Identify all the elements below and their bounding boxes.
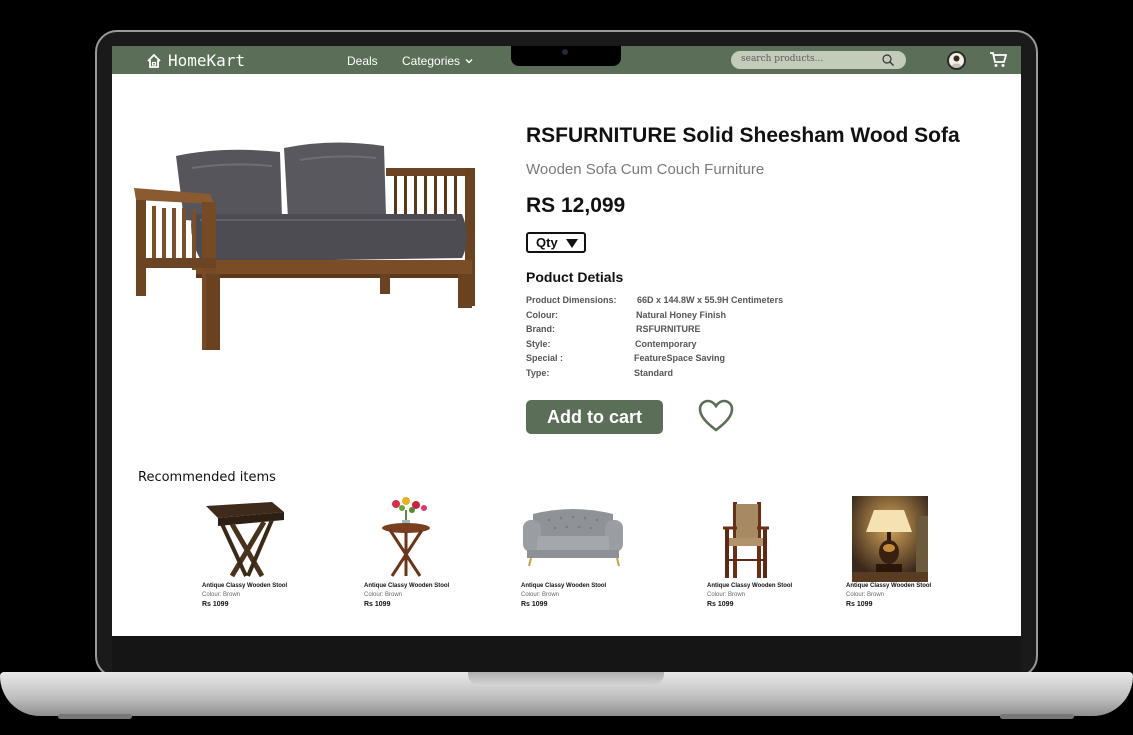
- colour-label: Colour:: [364, 592, 384, 598]
- grey-sofa-thumbnail: [521, 496, 625, 582]
- colour-label: Colour:: [202, 592, 222, 598]
- laptop-foot-left: [58, 714, 132, 719]
- product-subtitle: Wooden Sofa Cum Couch Furniture: [526, 161, 765, 178]
- cart-button[interactable]: [989, 51, 1008, 73]
- item-price: Rs 1099: [846, 601, 873, 608]
- spec-row-special: Special : FeatureSpace Saving: [526, 353, 725, 363]
- spec-row-type: Type: Standard: [526, 368, 673, 378]
- item-price: Rs 1099: [521, 601, 548, 608]
- item-price: Rs 1099: [707, 601, 734, 608]
- user-avatar-icon: [951, 55, 962, 68]
- spec-label: Brand:: [526, 324, 555, 334]
- colour-label: Colour:: [707, 592, 727, 598]
- nav-link-deals[interactable]: Deals: [347, 54, 378, 68]
- spec-row-colour: Colour: Natural Honey Finish: [526, 310, 726, 320]
- spec-row-dimensions: Product Dimensions: 66D x 144.8W x 55.9H…: [526, 295, 783, 305]
- recommended-heading: Recommended items: [138, 470, 276, 485]
- cart-icon: [990, 52, 1008, 67]
- qty-label: Qty: [536, 235, 558, 250]
- colour-value: Brown: [385, 592, 403, 598]
- laptop-base-notch: [468, 672, 664, 686]
- details-heading: Poduct Detials: [526, 269, 624, 285]
- spec-label: Product Dimensions:: [526, 295, 617, 305]
- home-icon: [147, 53, 161, 68]
- side-table-thumbnail: [364, 496, 450, 582]
- spec-value: Contemporary: [635, 339, 697, 349]
- nav-link-categories[interactable]: Categories: [402, 54, 473, 68]
- spec-value: RSFURNITURE: [636, 324, 701, 334]
- caret-down-icon: [566, 239, 578, 248]
- product-image-sofa: [134, 142, 475, 350]
- avatar[interactable]: [947, 51, 966, 70]
- spec-label: Type:: [526, 368, 550, 378]
- wishlist-heart-icon[interactable]: [698, 399, 734, 433]
- item-name: Antique Classy Wooden Stool: [364, 583, 450, 589]
- item-name: Antique Classy Wooden Stool: [707, 583, 793, 589]
- brand-logo[interactable]: HomeKart: [146, 51, 245, 70]
- colour-value: Brown: [542, 592, 560, 598]
- camera-notch: [511, 46, 621, 66]
- product-title: RSFURNITURE Solid Sheesham Wood Sofa: [526, 124, 960, 147]
- table-lamp-thumbnail: [852, 496, 928, 582]
- brand-name: HomeKart: [168, 51, 246, 70]
- item-colour: Colour: Brown: [364, 592, 402, 598]
- spec-row-brand: Brand: RSFURNITURE: [526, 324, 701, 334]
- item-price: Rs 1099: [202, 601, 229, 608]
- product-price: RS 12,099: [526, 194, 626, 217]
- spec-value: FeatureSpace Saving: [634, 353, 726, 363]
- colour-value: Brown: [728, 592, 746, 598]
- nav-link-categories-label: Categories: [402, 54, 461, 68]
- spec-row-style: Style: Contemporary: [526, 339, 697, 349]
- item-colour: Colour: Brown: [707, 592, 745, 598]
- spec-label: Special :: [526, 353, 564, 363]
- item-name: Antique Classy Wooden Stool: [846, 583, 932, 589]
- camera-icon: [562, 49, 568, 55]
- colour-value: Brown: [223, 592, 241, 598]
- spec-label: Style:: [526, 339, 551, 349]
- app-screen: HomeKart Deals Categories search product…: [112, 46, 1021, 636]
- item-colour: Colour: Brown: [521, 592, 559, 598]
- spec-value: Standard: [634, 368, 674, 378]
- spec-value: 66D x 144.8W x 55.9H Centimeters: [637, 295, 784, 305]
- chevron-down-icon: [465, 59, 473, 64]
- qty-dropdown[interactable]: Qty: [526, 232, 586, 253]
- colour-label: Colour:: [521, 592, 541, 598]
- armchair-thumbnail: [707, 496, 793, 582]
- search-input[interactable]: search products...: [731, 51, 906, 69]
- laptop-chin: [112, 636, 1021, 672]
- spec-label: Colour:: [526, 310, 558, 320]
- item-colour: Colour: Brown: [846, 592, 884, 598]
- item-colour: Colour: Brown: [202, 592, 240, 598]
- add-to-cart-button[interactable]: Add to cart: [526, 400, 663, 434]
- item-name: Antique Classy Wooden Stool: [521, 583, 607, 589]
- item-price: Rs 1099: [364, 601, 391, 608]
- item-name: Antique Classy Wooden Stool: [202, 583, 288, 589]
- spec-value: Natural Honey Finish: [636, 310, 727, 320]
- laptop-mockup: HomeKart Deals Categories search product…: [0, 0, 1133, 735]
- stool-thumbnail: [202, 496, 288, 582]
- colour-value: Brown: [867, 592, 885, 598]
- colour-label: Colour:: [846, 592, 866, 598]
- search-icon[interactable]: [882, 54, 894, 66]
- search-placeholder: search products...: [741, 54, 824, 64]
- laptop-foot-right: [1000, 714, 1074, 719]
